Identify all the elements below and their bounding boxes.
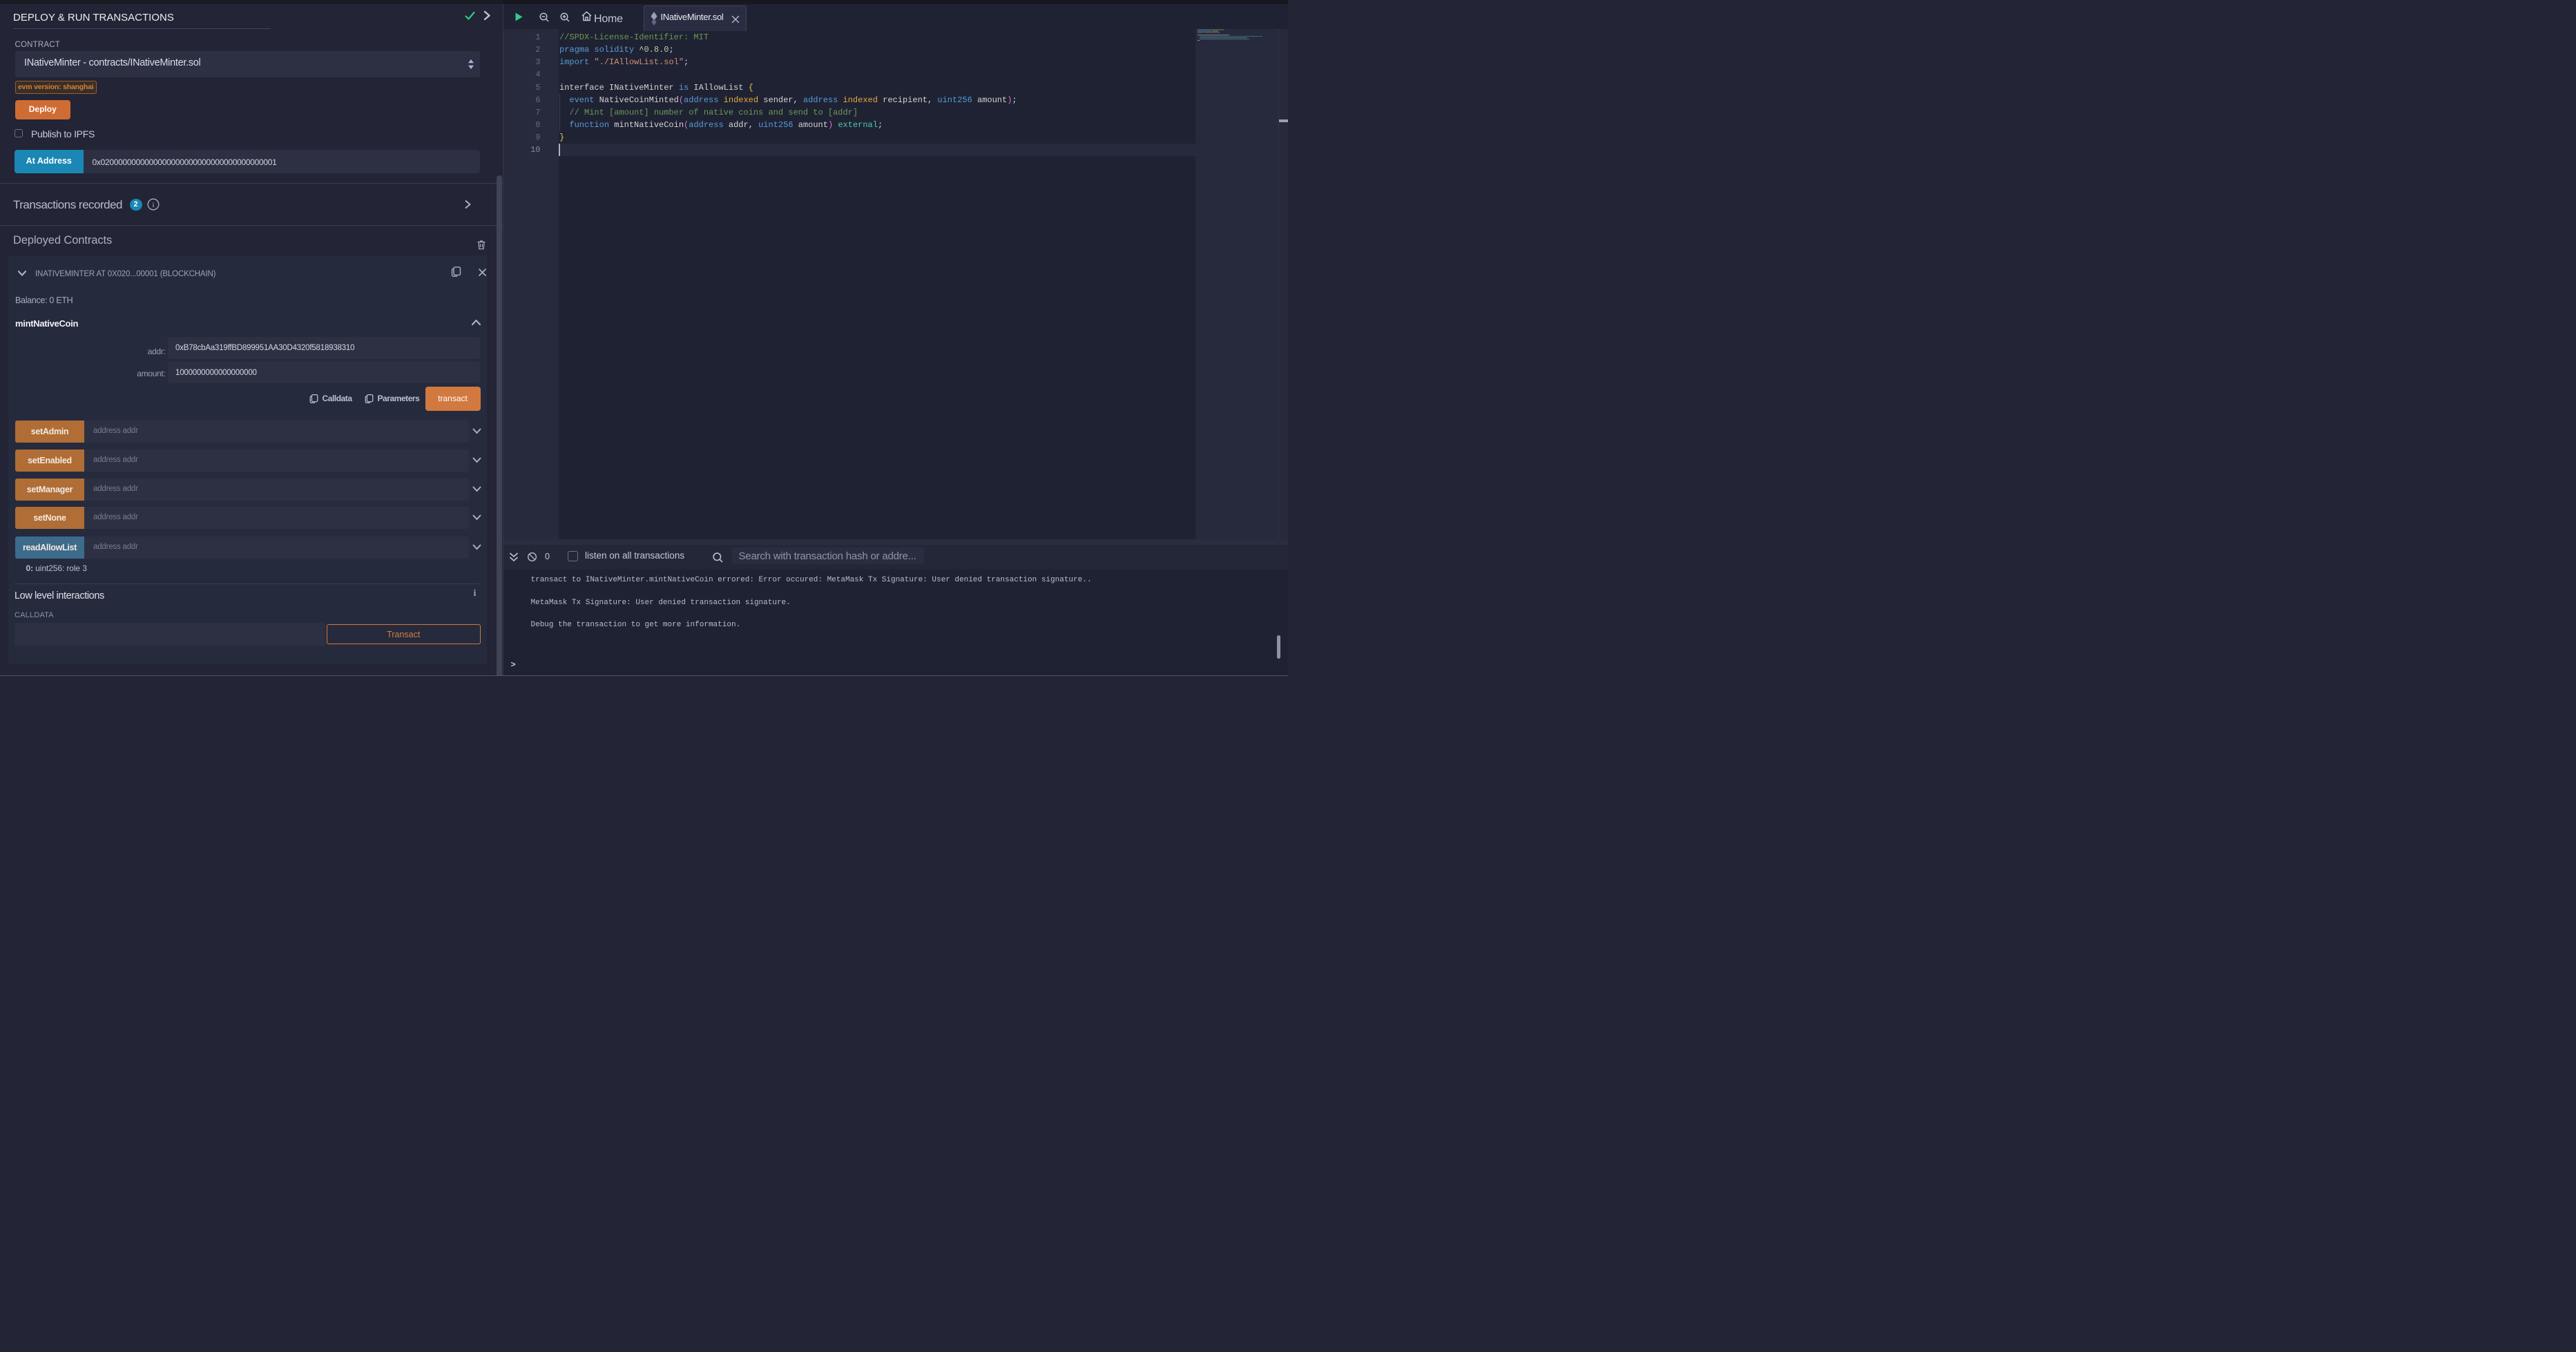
svg-text:i: i (152, 201, 154, 209)
